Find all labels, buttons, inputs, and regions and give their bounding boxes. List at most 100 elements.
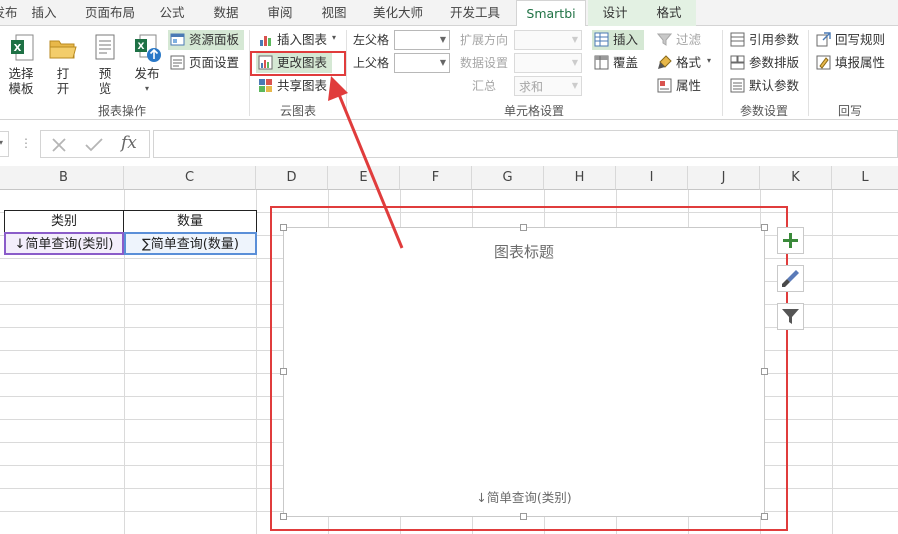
excel-file-icon: X [11, 34, 34, 61]
column-header-l[interactable]: L [832, 166, 898, 190]
resize-handle[interactable] [280, 368, 287, 375]
column-header-h[interactable]: H [544, 166, 616, 190]
ribbon-tab-bar: 发布 插入 页面布局 公式 数据 审阅 视图 美化大师 开发工具 Smartbi… [0, 0, 898, 27]
excel-window: 发布 插入 页面布局 公式 数据 审阅 视图 美化大师 开发工具 Smartbi… [0, 0, 898, 534]
column-header-e[interactable]: E [328, 166, 400, 190]
formula-bar-grip-icon[interactable]: ⋮ [20, 136, 32, 150]
resize-handle[interactable] [520, 513, 527, 520]
resize-handle[interactable] [761, 513, 768, 520]
tab-view[interactable]: 视图 [312, 0, 356, 26]
property-label: 属性 [676, 78, 702, 93]
default-params-icon [730, 78, 745, 93]
insert-chart-dropdown-icon[interactable]: ▾ [332, 33, 336, 42]
chart-title[interactable]: 图表标题 [283, 241, 765, 262]
up-parent-label: 上父格 [353, 56, 390, 70]
tab-data[interactable]: 数据 [204, 0, 248, 26]
tab-insert[interactable]: 插入 [22, 0, 66, 26]
chevron-down-icon: ▼ [571, 35, 579, 44]
chevron-down-icon: ▼ [571, 81, 579, 90]
writeback-rules-button[interactable]: 回写规则 [814, 30, 894, 50]
tab-formulas[interactable]: 公式 [150, 0, 194, 26]
name-box-dropdown-icon[interactable]: ▾ [0, 138, 3, 147]
chart-area[interactable] [283, 227, 765, 517]
fill-property-button[interactable]: 填报属性 [814, 53, 894, 73]
chart-elements-button[interactable] [777, 227, 804, 254]
group-separator [346, 30, 347, 116]
page-setup-icon [170, 55, 185, 70]
ref-params-label: 引用参数 [749, 32, 800, 47]
cancel-x-icon[interactable] [51, 137, 67, 153]
tab-developer[interactable]: 开发工具 [443, 0, 507, 26]
formula-input[interactable] [153, 130, 898, 158]
table-header-quantity[interactable]: 数量 [123, 210, 257, 233]
summary-value: 求和 [519, 80, 544, 94]
resource-panel-button[interactable]: 资源面板 [168, 30, 244, 50]
column-header-b[interactable]: B [4, 166, 124, 190]
page-setup-button[interactable]: 页面设置 [168, 53, 244, 73]
data-settings-select[interactable]: ▼ [514, 53, 582, 73]
left-parent-select[interactable]: ▼ [394, 30, 450, 50]
share-chart-icon [259, 79, 272, 92]
name-box[interactable]: ▾ [0, 131, 9, 157]
overwrite-mode-button[interactable]: 覆盖 [592, 53, 644, 73]
insert-mode-label: 插入 [613, 32, 639, 47]
group-separator [808, 30, 809, 116]
tab-page-layout[interactable]: 页面布局 [80, 0, 140, 26]
publish-button[interactable]: X 发布 ▾ [130, 28, 164, 98]
insert-mode-button[interactable]: 插入 [592, 30, 644, 50]
format-button[interactable]: 格式 ▾ [655, 53, 717, 73]
tab-design[interactable]: 设计 [588, 0, 642, 26]
table-cell-category[interactable]: ↓简单查询(类别) [4, 232, 124, 255]
writeback-rules-label: 回写规则 [835, 32, 886, 47]
svg-text:X: X [14, 43, 22, 54]
table-header-category[interactable]: 类别 [4, 210, 124, 233]
tab-review[interactable]: 审阅 [258, 0, 302, 26]
insert-function-icon[interactable]: fx [121, 133, 137, 153]
resize-handle[interactable] [280, 224, 287, 231]
default-params-button[interactable]: 默认参数 [728, 76, 804, 96]
overwrite-grid-icon [594, 55, 609, 70]
tab-publish[interactable]: 发布 [0, 0, 18, 26]
filter-icon [657, 33, 672, 46]
resize-handle[interactable] [280, 513, 287, 520]
insert-chart-label: 插入图表 [277, 32, 328, 47]
up-parent-select[interactable]: ▼ [394, 53, 450, 73]
column-header-k[interactable]: K [760, 166, 832, 190]
resource-panel-label: 资源面板 [189, 32, 240, 47]
expand-direction-select[interactable]: ▼ [514, 30, 582, 50]
publish-dropdown-icon[interactable]: ▾ [130, 81, 164, 96]
column-header-g[interactable]: G [472, 166, 544, 190]
tab-beautify-master[interactable]: 美化大师 [366, 0, 430, 26]
ref-params-button[interactable]: 引用参数 [728, 30, 804, 50]
summary-select[interactable]: 求和 ▼ [514, 76, 582, 96]
group-separator [722, 30, 723, 116]
param-layout-button[interactable]: 参数排版 [728, 53, 804, 73]
filter-button[interactable]: 过滤 [655, 30, 711, 50]
chart-styles-button[interactable] [777, 265, 804, 292]
column-header-c[interactable]: C [124, 166, 256, 190]
column-header-i[interactable]: I [616, 166, 688, 190]
format-dropdown-icon[interactable]: ▾ [707, 56, 711, 65]
open-button[interactable]: 打 开 [46, 28, 80, 98]
select-template-button[interactable]: X 选择 模板 [4, 28, 38, 98]
insert-chart-button[interactable]: 插入图表 ▾ [256, 30, 342, 50]
table-cell-quantity[interactable]: ∑简单查询(数量) [124, 232, 257, 255]
chart-filters-button[interactable] [777, 303, 804, 330]
column-header-d[interactable]: D [256, 166, 328, 190]
tab-format[interactable]: 格式 [642, 0, 696, 26]
column-header-f[interactable]: F [400, 166, 472, 190]
property-button[interactable]: 属性 [655, 76, 711, 96]
expand-direction-label: 扩展方向 [460, 33, 509, 47]
ref-params-icon [730, 32, 745, 47]
resize-handle[interactable] [761, 368, 768, 375]
format-label: 格式 [676, 55, 702, 70]
tab-smartbi[interactable]: Smartbi [516, 0, 586, 27]
resize-handle[interactable] [761, 224, 768, 231]
preview-button[interactable]: 预 览 [88, 28, 122, 98]
resize-handle[interactable] [520, 224, 527, 231]
writeback-group-label: 回写 [838, 104, 863, 118]
column-header-j[interactable]: J [688, 166, 760, 190]
param-settings-group-label: 参数设置 [740, 104, 789, 118]
confirm-check-icon[interactable] [85, 137, 103, 153]
share-chart-button[interactable]: 共享图表 [256, 76, 332, 96]
